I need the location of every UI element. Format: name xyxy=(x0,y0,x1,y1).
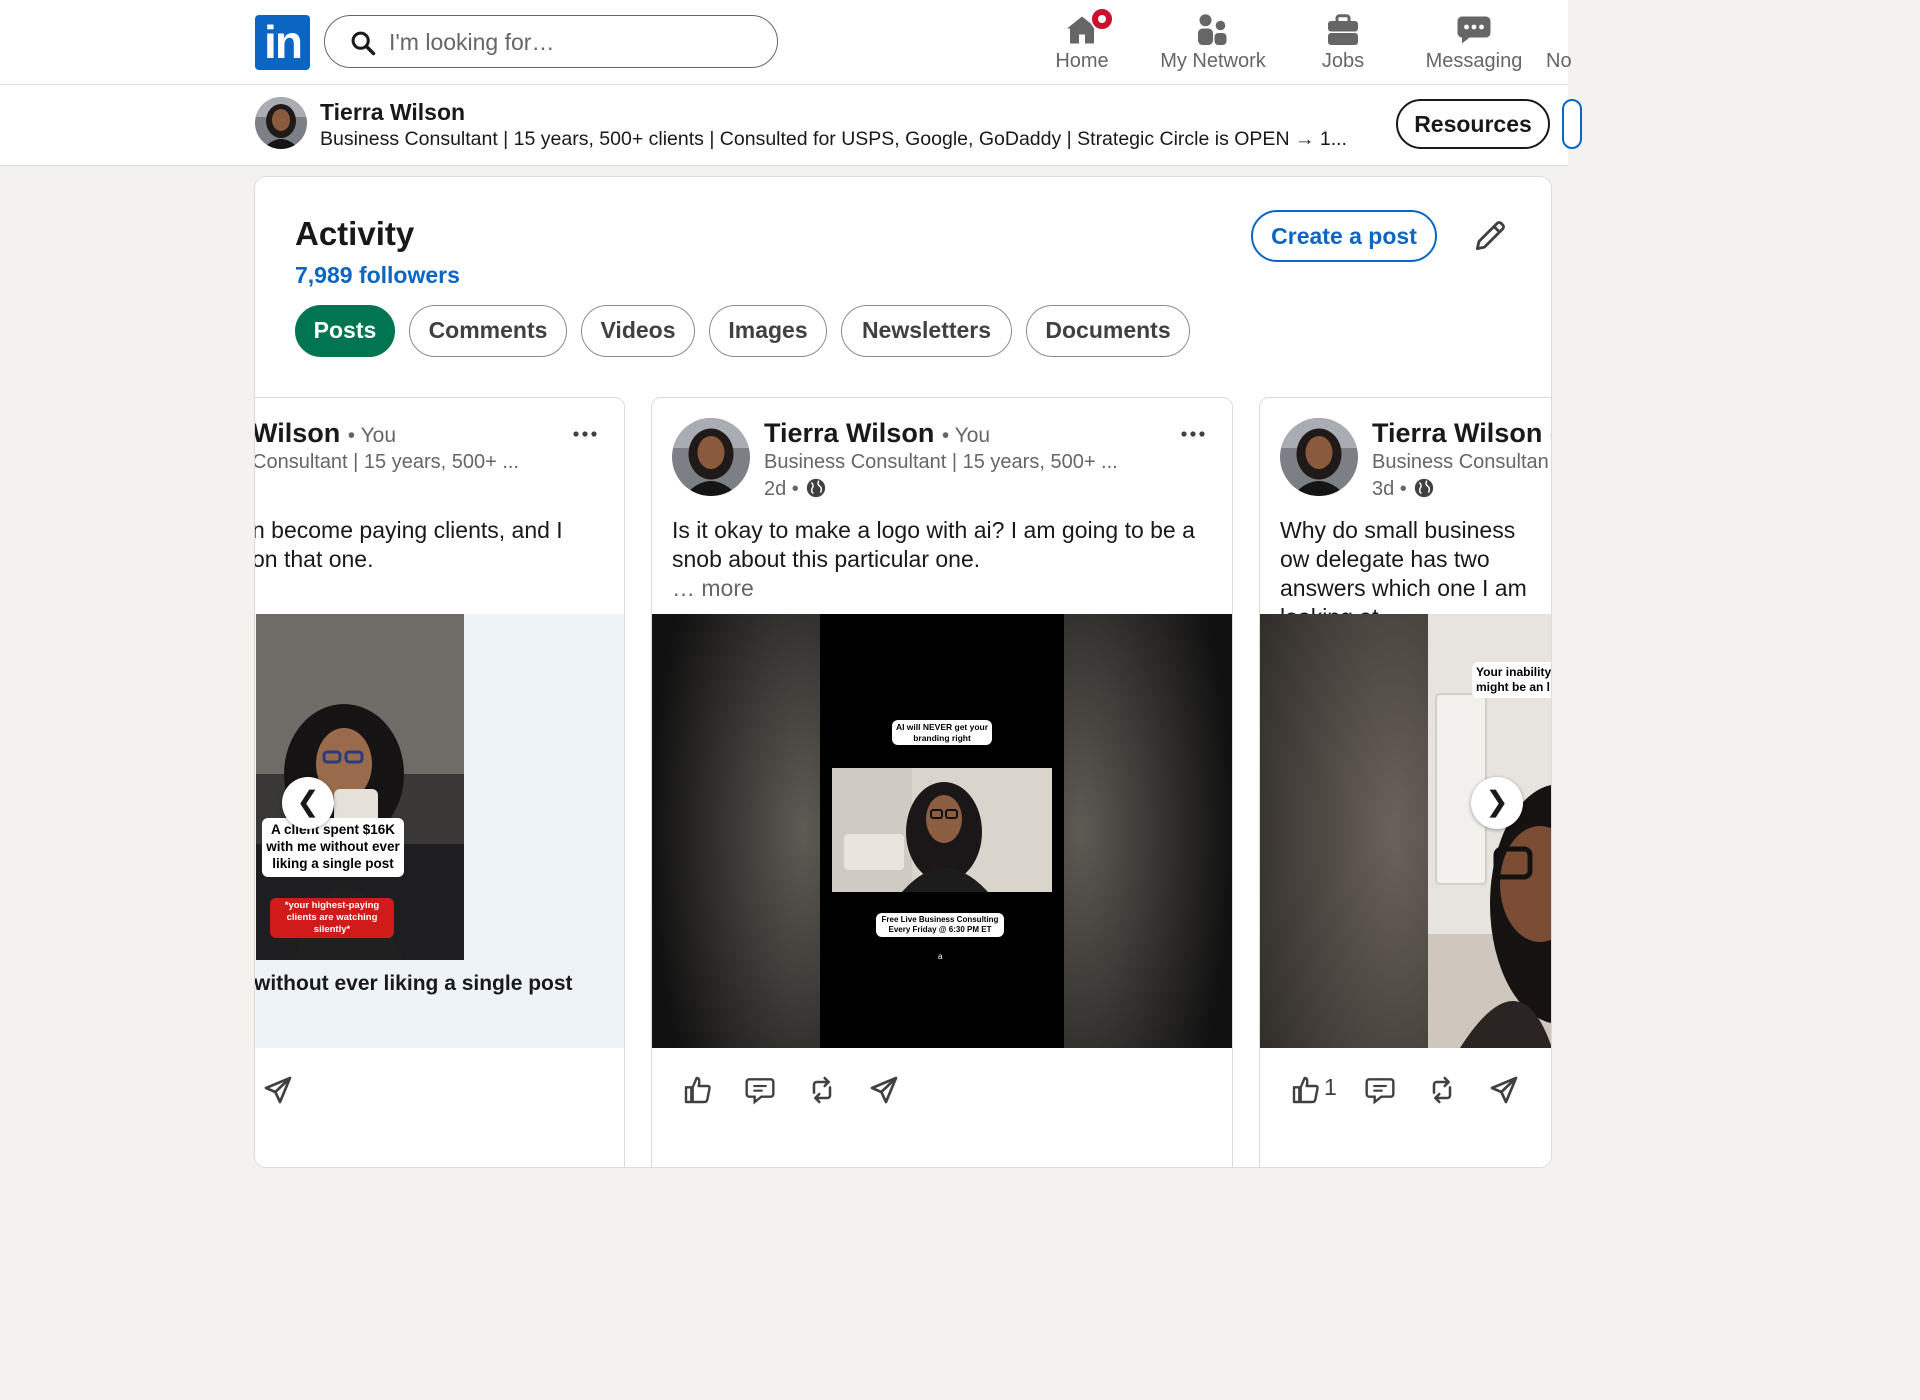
more-options-icon[interactable] xyxy=(570,424,600,444)
followers-link[interactable]: 7,989 followers xyxy=(295,262,460,289)
post-video-thumbnail xyxy=(652,614,1232,1048)
media-subcaption: Free Live Business Consulting Every Frid… xyxy=(876,913,1004,937)
media-caption: A client spent $16K with me without ever… xyxy=(262,818,404,877)
post-author[interactable]: Tierra Wilson • xyxy=(1372,418,1551,449)
media-tiny-caption: a xyxy=(938,952,943,961)
messaging-icon xyxy=(1457,16,1491,44)
send-icon[interactable] xyxy=(262,1074,294,1106)
create-post-button[interactable]: Create a post xyxy=(1251,210,1437,262)
nav-label-notifications: No xyxy=(1546,50,1572,72)
activity-section: Activity 7,989 followers Create a post P… xyxy=(254,176,1552,1168)
resources-button[interactable]: Resources xyxy=(1396,99,1550,149)
profile-headline: Business Consultant | 15 years, 500+ cli… xyxy=(320,128,1347,150)
filter-videos[interactable]: Videos xyxy=(581,305,695,357)
search-box[interactable] xyxy=(324,15,778,68)
carousel-prev-button[interactable]: ❮ xyxy=(282,777,334,829)
post-author-headline: Consultant | 15 years, 500+ ... xyxy=(254,451,520,473)
nav-item-notifications[interactable]: No xyxy=(1546,8,1606,80)
post-actions xyxy=(255,1074,624,1124)
search-icon xyxy=(351,31,376,56)
more-options-icon[interactable] xyxy=(1178,424,1208,444)
filter-comments[interactable]: Comments xyxy=(409,305,567,357)
see-more-link[interactable]: … more xyxy=(672,575,754,601)
post-media-title: without ever liking a single post xyxy=(254,972,573,995)
nav-label-my-network: My Network xyxy=(1160,50,1266,72)
jobs-icon xyxy=(1328,14,1358,45)
filter-newsletters[interactable]: Newsletters xyxy=(841,305,1012,357)
nav-label-messaging: Messaging xyxy=(1425,50,1523,72)
repost-icon[interactable] xyxy=(1426,1074,1458,1106)
like-icon[interactable] xyxy=(1290,1074,1322,1106)
post-media[interactable]: Your inability might be an l xyxy=(1260,614,1551,1048)
comment-icon[interactable] xyxy=(744,1074,776,1106)
avatar[interactable] xyxy=(672,418,750,496)
post-text: n become paying clients, and I on that o… xyxy=(254,517,563,572)
post-actions: 1 xyxy=(1260,1074,1551,1124)
avatar[interactable] xyxy=(1280,418,1358,496)
post-author[interactable]: Wilson • You xyxy=(255,418,396,449)
profile-name: Tierra Wilson xyxy=(320,99,466,125)
profile-sticky-bar: Tierra Wilson Business Consultant | 15 y… xyxy=(0,85,1582,166)
pencil-icon[interactable] xyxy=(1471,217,1509,255)
network-icon xyxy=(1198,14,1227,45)
section-title: Activity xyxy=(295,215,415,252)
search-input[interactable] xyxy=(389,24,759,60)
top-navigation-bar: in Home My Network Jobs xyxy=(0,0,1572,85)
post-author-headline: Business Consultan xyxy=(1372,451,1549,473)
media-caption: AI will NEVER get your branding right xyxy=(892,720,992,746)
nav-label-jobs: Jobs xyxy=(1321,50,1365,72)
carousel-next-button[interactable]: ❯ xyxy=(1471,777,1523,829)
post-author[interactable]: Tierra Wilson • You xyxy=(764,418,990,449)
post-media[interactable]: AI will NEVER get your branding right Fr… xyxy=(652,614,1232,1048)
like-count[interactable]: 1 xyxy=(1324,1074,1337,1101)
globe-icon xyxy=(1414,478,1433,498)
post-author-headline: Business Consultant | 15 years, 500+ ... xyxy=(764,451,1118,473)
post-actions xyxy=(652,1074,1232,1124)
repost-icon[interactable] xyxy=(806,1074,838,1106)
comment-icon[interactable] xyxy=(1364,1074,1396,1106)
nav-item-my-network[interactable]: My Network xyxy=(1148,8,1278,80)
notification-badge xyxy=(1090,7,1114,31)
send-icon[interactable] xyxy=(1488,1074,1520,1106)
avatar[interactable] xyxy=(255,97,307,149)
nav-item-messaging[interactable]: Messaging xyxy=(1418,8,1530,80)
nav-label-home: Home xyxy=(1055,50,1109,72)
media-caption: Your inability might be an l xyxy=(1472,662,1551,698)
post-timestamp: 2d • xyxy=(764,477,827,501)
media-subcaption: *your highest-paying clients are watchin… xyxy=(270,898,394,938)
profile-more-button[interactable] xyxy=(1562,99,1582,149)
post-timestamp: 3d • xyxy=(1372,477,1435,501)
filter-posts[interactable]: Posts xyxy=(295,305,395,357)
post-text: Is it okay to make a logo with ai? I am … xyxy=(672,517,1195,601)
filter-images[interactable]: Images xyxy=(709,305,827,357)
send-icon[interactable] xyxy=(868,1074,900,1106)
nav-item-jobs[interactable]: Jobs xyxy=(1303,8,1383,80)
linkedin-logo[interactable]: in xyxy=(255,15,310,70)
globe-icon xyxy=(806,478,825,498)
post-card: Tierra Wilson • You Business Consultant … xyxy=(651,397,1233,1167)
like-icon[interactable] xyxy=(682,1074,714,1106)
filter-documents[interactable]: Documents xyxy=(1026,305,1190,357)
